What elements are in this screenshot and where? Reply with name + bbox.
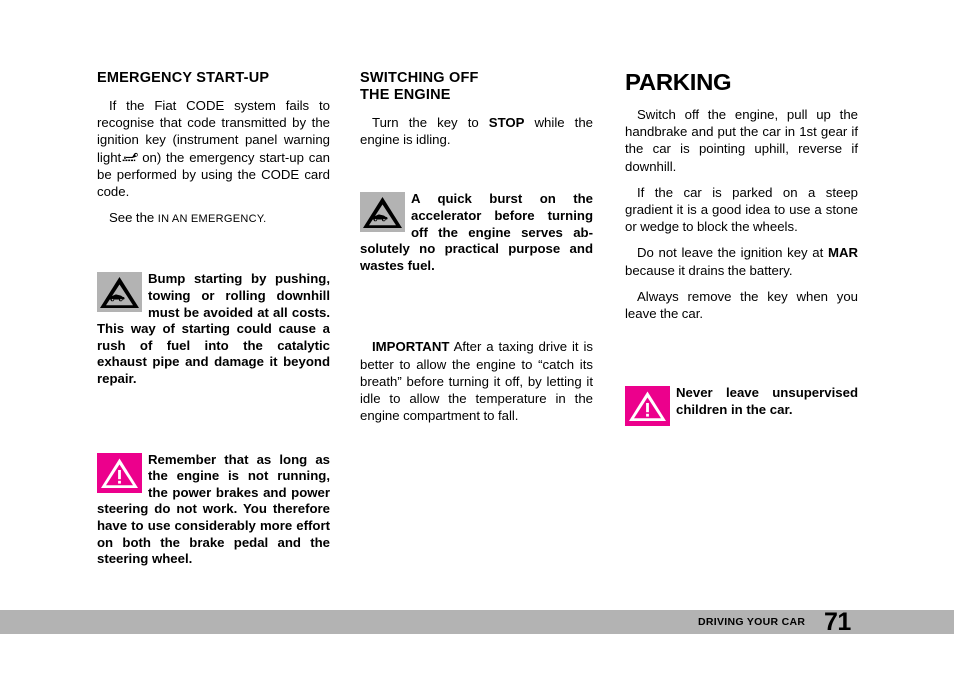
heading-parking: PARKING — [625, 69, 732, 95]
heading-switching-off-the-engine: SWITCHING OFF THE ENGINE — [360, 70, 479, 103]
ignition-key-after: because it drains the battery. — [625, 262, 793, 278]
pink-triangle-exclamation-warning-icon — [97, 452, 142, 493]
warning-power-brakes: Remember that as long as the engine is n… — [97, 452, 330, 568]
paragraph-important-note: IMPORTANT After a taxing drive it is bet… — [360, 338, 593, 424]
important-label: IMPORTANT — [372, 339, 450, 355]
paragraph-remove-key: Always remove the key when you leave the… — [625, 288, 858, 322]
column-three: PARKING Switch off the engine, pull up t… — [625, 70, 858, 437]
paragraph-steep-gradient: If the car is parked on a steep gradient… — [625, 184, 858, 235]
spacer-col2-a — [360, 157, 593, 191]
paragraph-emergency-intro: If the Fiat CODE system fails to recogni… — [97, 97, 330, 200]
spacer-col2-b — [360, 284, 593, 338]
paragraph-parking-procedure: Switch off the engine, pull up the handb… — [625, 107, 858, 174]
warning-accelerator-burst-body: solutely no practical purpose and wastes… — [360, 241, 593, 273]
pink-triangle-exclamation-warning-icon — [625, 386, 670, 427]
warning-accelerator-burst: A quick burst on the accelerator before … — [360, 191, 593, 274]
spacer-col3-a — [625, 331, 858, 385]
column-two: SWITCHING OFF THE ENGINE Turn the key to… — [360, 70, 593, 433]
turn-key-before: Turn the key to — [372, 115, 479, 130]
manual-page: EMERGENCY START-UP If the Fiat CODE syst… — [0, 0, 954, 698]
paragraph-turn-key-stop: Turn the key to STOP while the engine is… — [360, 114, 593, 148]
gray-triangle-car-warning-icon — [97, 272, 142, 313]
ignition-key-mar-label: MAR — [827, 245, 858, 261]
spacer-col1-a — [97, 237, 330, 271]
paragraph-ignition-key-mar: Do not leave the ignition key at MAR bec… — [625, 244, 858, 278]
turn-key-stop-label: STOP — [488, 115, 525, 130]
spacer-col1-b — [97, 398, 330, 452]
warning-accelerator-burst-lead: A quick burst on the accelerator before … — [411, 191, 593, 240]
footer-bar — [0, 610, 954, 634]
heading-emergency-start-up: EMERGENCY START-UP — [97, 70, 270, 86]
gray-triangle-car-warning-icon — [360, 192, 405, 233]
column-one: EMERGENCY START-UP If the Fiat CODE syst… — [97, 70, 330, 578]
paragraph-see-also: See the IN AN EMERGENCY. — [97, 209, 330, 228]
footer-section-label: DRIVING YOUR CAR — [698, 616, 806, 628]
page-number: 71 — [824, 608, 851, 636]
warning-unsupervised-children: Never leave unsupervised children in the… — [625, 385, 858, 427]
code-warning-light-icon — [122, 152, 141, 163]
warning-bump-starting: Bump starting by pushing, towing or roll… — [97, 271, 330, 387]
ignition-key-before: Do not leave the ignition key at — [637, 245, 824, 261]
see-also-lead: See the — [109, 210, 155, 226]
see-also-reference: IN AN EMERGENCY. — [157, 213, 267, 226]
